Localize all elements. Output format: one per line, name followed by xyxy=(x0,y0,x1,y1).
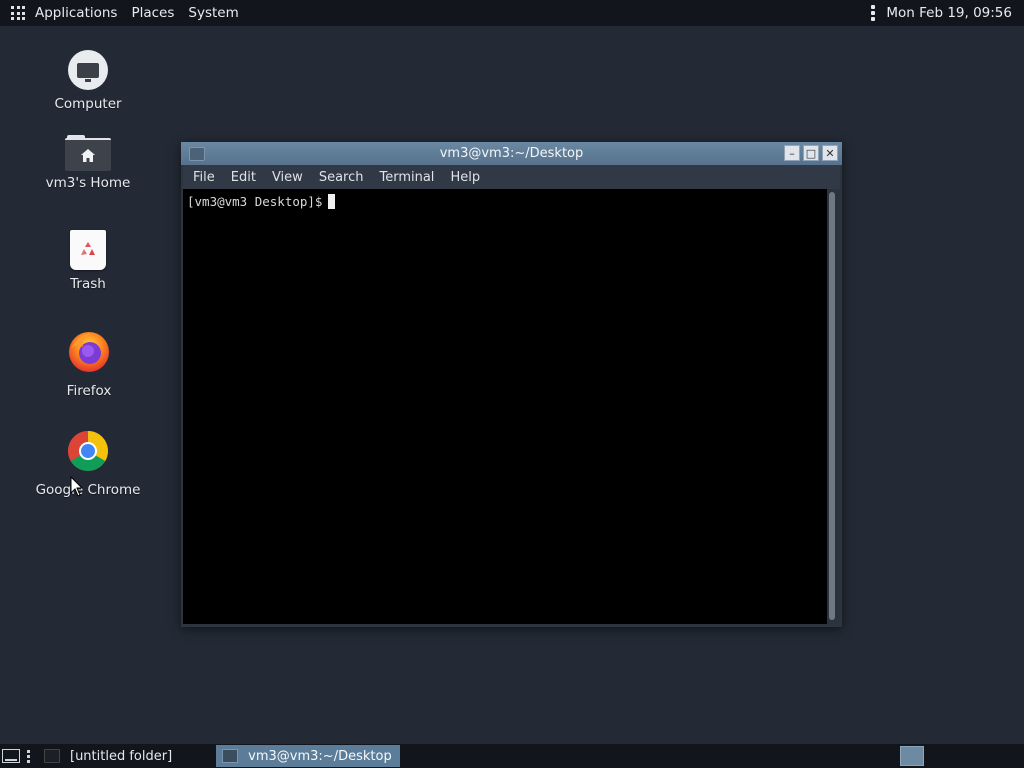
desktop-icon-label: vm3's Home xyxy=(45,175,131,191)
menu-applications[interactable]: Applications xyxy=(35,5,117,21)
mouse-pointer-icon xyxy=(70,475,84,502)
terminal-window: vm3@vm3:~/Desktop – □ ✕ File Edit View S… xyxy=(181,142,842,627)
applications-grid-icon[interactable] xyxy=(11,6,25,20)
task-label: [untitled folder] xyxy=(70,748,173,764)
home-folder-icon xyxy=(65,135,111,171)
text-cursor xyxy=(328,194,336,209)
terminal-output[interactable]: [vm3@vm3 Desktop]$ xyxy=(183,189,827,624)
menu-view[interactable]: View xyxy=(272,170,303,185)
menu-terminal[interactable]: Terminal xyxy=(379,170,434,185)
desktop-icon-chrome[interactable]: Google Chrome xyxy=(28,430,148,498)
desktop-icon-home[interactable]: vm3's Home xyxy=(28,135,148,191)
menu-search[interactable]: Search xyxy=(319,170,364,185)
maximize-button[interactable]: □ xyxy=(803,145,819,161)
desktop-icon-label: Google Chrome xyxy=(35,482,141,498)
prompt-text: [vm3@vm3 Desktop]$ xyxy=(187,194,323,209)
computer-icon xyxy=(68,50,108,90)
menu-help[interactable]: Help xyxy=(450,170,480,185)
terminal-app-icon xyxy=(189,147,205,161)
desktop-icon-label: Firefox xyxy=(66,383,112,399)
panel-handle-icon[interactable] xyxy=(27,749,30,763)
firefox-icon xyxy=(67,329,111,377)
taskbar-item-terminal[interactable]: vm3@vm3:~/Desktop xyxy=(216,745,400,767)
bottom-panel: [untitled folder] vm3@vm3:~/Desktop xyxy=(0,744,1024,768)
menu-file[interactable]: File xyxy=(193,170,215,185)
window-titlebar[interactable]: vm3@vm3:~/Desktop – □ ✕ xyxy=(181,142,842,165)
clock[interactable]: Mon Feb 19, 09:56 xyxy=(886,5,1012,21)
terminal-menubar: File Edit View Search Terminal Help xyxy=(183,165,840,189)
desktop-icon-label: Trash xyxy=(70,276,106,292)
desktop-icon-trash[interactable]: Trash xyxy=(28,230,148,292)
close-button[interactable]: ✕ xyxy=(822,145,838,161)
taskbar-item-untitled-folder[interactable]: [untitled folder] xyxy=(38,745,180,767)
menu-edit[interactable]: Edit xyxy=(231,170,256,185)
window-icon xyxy=(44,749,60,763)
menu-places[interactable]: Places xyxy=(131,5,174,21)
panel-kebab-icon[interactable] xyxy=(871,5,876,21)
top-panel: Applications Places System Mon Feb 19, 0… xyxy=(0,0,1024,26)
scrollbar-thumb[interactable] xyxy=(829,192,835,620)
terminal-scrollbar[interactable] xyxy=(827,189,840,624)
minimize-button[interactable]: – xyxy=(784,145,800,161)
desktop-icon-firefox[interactable]: Firefox xyxy=(29,329,149,399)
workspace-switcher[interactable] xyxy=(900,746,924,766)
top-panel-right: Mon Feb 19, 09:56 xyxy=(871,0,1012,26)
show-desktop-icon[interactable] xyxy=(2,749,20,763)
window-title: vm3@vm3:~/Desktop xyxy=(439,146,584,161)
menu-system[interactable]: System xyxy=(188,5,238,21)
terminal-prompt: [vm3@vm3 Desktop]$ xyxy=(187,194,336,209)
terminal-app-icon xyxy=(222,749,239,763)
task-label: vm3@vm3:~/Desktop xyxy=(248,748,392,764)
chrome-icon xyxy=(67,430,109,476)
desktop-icon-label: Computer xyxy=(54,96,122,112)
trash-icon xyxy=(70,230,106,270)
desktop-icon-computer[interactable]: Computer xyxy=(28,50,148,112)
